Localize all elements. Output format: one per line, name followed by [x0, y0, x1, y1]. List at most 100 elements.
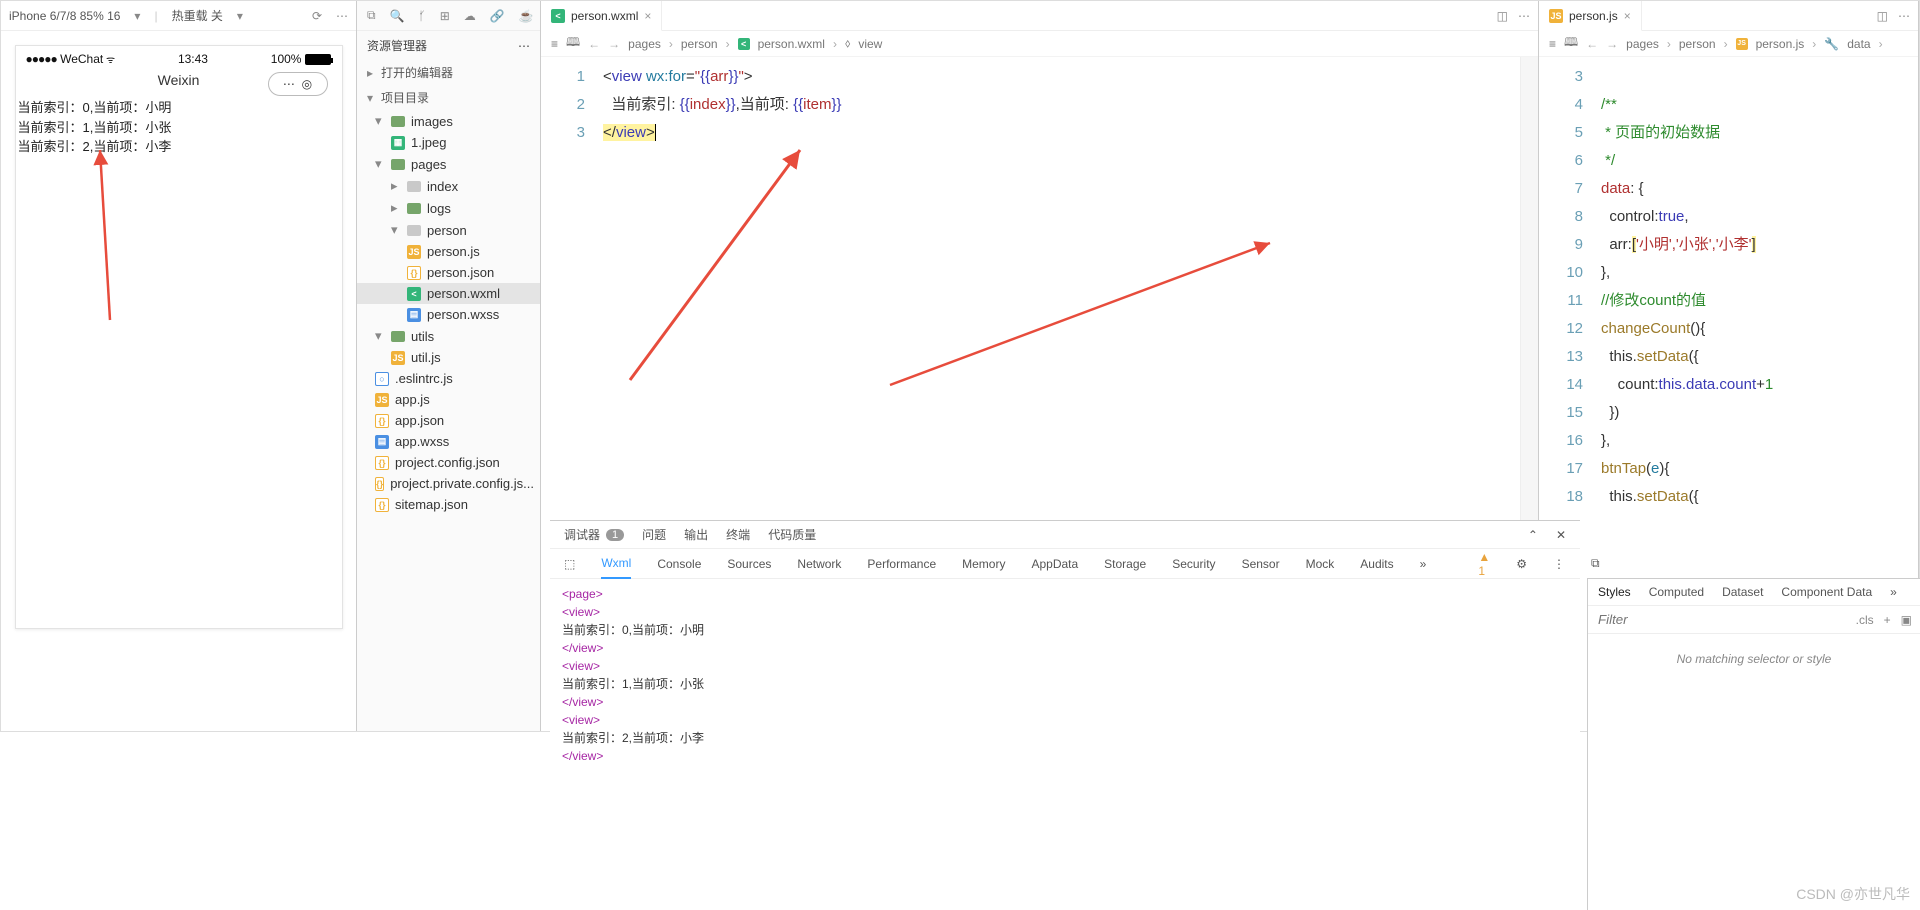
- no-selector-message: No matching selector or style: [1588, 634, 1920, 684]
- tree-item[interactable]: ▦1.jpeg: [357, 132, 540, 153]
- filter-input[interactable]: [1588, 606, 1848, 633]
- tree-item[interactable]: JSapp.js: [357, 389, 540, 410]
- explorer-title: 资源管理器: [367, 37, 427, 54]
- explorer-toolbar: ⧉ 🔍 ᚶ ⊞ ☁ 🔗 ☕: [357, 1, 540, 31]
- battery-icon: [305, 54, 331, 65]
- device-selector[interactable]: iPhone 6/7/8 85% 16: [9, 9, 120, 23]
- tool-performance[interactable]: Performance: [867, 557, 936, 571]
- carrier-label: WeChat: [60, 52, 103, 66]
- tree-item[interactable]: ○.eslintrc.js: [357, 368, 540, 389]
- back-icon[interactable]: ←: [588, 37, 600, 51]
- fwd-icon[interactable]: →: [608, 37, 620, 51]
- cls-toggle[interactable]: .cls: [1856, 613, 1874, 627]
- tree-item[interactable]: JSutil.js: [357, 347, 540, 368]
- split-icon[interactable]: ◫: [1877, 9, 1888, 23]
- tree-item[interactable]: {}app.json: [357, 410, 540, 431]
- cloud-icon[interactable]: ☁: [464, 9, 476, 23]
- phone-preview: ●●●●● WeChat ᯤ 13:43 100% Weixin ⋯ ◎ 当前索…: [15, 45, 343, 629]
- close-icon[interactable]: ✕: [1556, 528, 1566, 542]
- tree-item[interactable]: {}project.private.config.js...: [357, 473, 540, 494]
- tool-network[interactable]: Network: [797, 557, 841, 571]
- more-icon[interactable]: ⋯: [1898, 9, 1910, 23]
- tool-security[interactable]: Security: [1172, 557, 1215, 571]
- split-icon[interactable]: ◫: [1497, 9, 1508, 23]
- time-label: 13:43: [178, 52, 208, 66]
- tree-item[interactable]: {}project.config.json: [357, 452, 540, 473]
- tab-output[interactable]: 输出: [684, 526, 708, 543]
- copy-icon[interactable]: ⧉: [367, 8, 376, 23]
- more-icon[interactable]: »: [1420, 557, 1427, 571]
- tool-console[interactable]: Console: [657, 557, 701, 571]
- tab-quality[interactable]: 代码质量: [768, 526, 816, 543]
- simulator-panel: iPhone 6/7/8 85% 16▾ | 热重载 关▾ ⟳ ⋯ ●●●●● …: [1, 1, 357, 731]
- tree-item[interactable]: ▸index: [357, 175, 540, 197]
- tree-item[interactable]: ▸logs: [357, 197, 540, 219]
- open-editors-section[interactable]: ▸打开的编辑器: [357, 60, 540, 85]
- more-icon[interactable]: ⋯: [1518, 9, 1530, 23]
- git-icon[interactable]: ᚶ: [419, 9, 426, 23]
- hot-reload-toggle[interactable]: 热重载 关: [172, 7, 223, 24]
- tree-item[interactable]: {}sitemap.json: [357, 494, 540, 515]
- more-icon[interactable]: »: [1890, 585, 1897, 599]
- tool-audits[interactable]: Audits: [1360, 557, 1393, 571]
- inspect-icon[interactable]: ⬚: [564, 557, 575, 571]
- tree-item[interactable]: ▤app.wxss: [357, 431, 540, 452]
- tool-sensor[interactable]: Sensor: [1242, 557, 1280, 571]
- tab-debugger[interactable]: 调试器: [564, 526, 600, 543]
- project-dir-section[interactable]: ▾项目目录: [357, 85, 540, 110]
- add-icon[interactable]: +: [1884, 613, 1891, 627]
- wxml-tree[interactable]: <page> <view> 当前索引：0,当前项：小明 </view> <vie…: [550, 579, 1580, 910]
- tree-item[interactable]: ▾images: [357, 110, 540, 132]
- tool-sources[interactable]: Sources: [727, 557, 771, 571]
- pin-icon[interactable]: ▣: [1901, 613, 1912, 627]
- link-icon[interactable]: 🔗: [490, 9, 505, 23]
- tab-problems[interactable]: 问题: [642, 526, 666, 543]
- more-icon[interactable]: ⋯: [336, 9, 348, 23]
- cup-icon[interactable]: ☕: [519, 9, 534, 23]
- tree-item[interactable]: ▾person: [357, 219, 540, 241]
- tool-appdata[interactable]: AppData: [1031, 557, 1078, 571]
- tab-person-js[interactable]: JSperson.js×: [1539, 1, 1642, 31]
- tab-computed[interactable]: Computed: [1649, 585, 1704, 599]
- tab-component-data[interactable]: Component Data: [1781, 585, 1872, 599]
- explorer-panel: ⧉ 🔍 ᚶ ⊞ ☁ 🔗 ☕ 资源管理器 ⋯ ▸打开的编辑器 ▾项目目录 ▾imag…: [357, 1, 541, 731]
- battery-label: 100%: [271, 52, 302, 66]
- tree-item[interactable]: ▾utils: [357, 325, 540, 347]
- search-icon[interactable]: 🔍: [390, 9, 405, 23]
- expand-icon[interactable]: ⧉: [1591, 556, 1600, 571]
- menu-icon[interactable]: ⋮: [1553, 557, 1565, 571]
- styles-panel: Styles Computed Dataset Component Data »…: [1587, 578, 1920, 910]
- chevron-up-icon[interactable]: ⌃: [1528, 528, 1538, 542]
- tool-mock[interactable]: Mock: [1306, 557, 1335, 571]
- simulator-toolbar: iPhone 6/7/8 85% 16▾ | 热重载 关▾ ⟳ ⋯: [1, 1, 356, 31]
- page-content: 当前索引：0,当前项：小明 当前索引：1,当前项：小张 当前索引：2,当前项：小…: [16, 98, 342, 157]
- warning-badge[interactable]: ▲ 1: [1478, 550, 1490, 578]
- refresh-icon[interactable]: ⟳: [312, 9, 322, 23]
- ext-icon[interactable]: ⊞: [440, 9, 450, 23]
- gear-icon[interactable]: ⚙: [1516, 557, 1527, 571]
- tree-item[interactable]: ▤person.wxss: [357, 304, 540, 325]
- breadcrumb[interactable]: ≡ 🕮 ← → pages› person› <person.wxml› ⬨vi…: [541, 31, 1538, 57]
- debugger-panel: 调试器 1 问题 输出 终端 代码质量 ⌃ ✕ ⬚ Wxml Console So…: [550, 520, 1580, 910]
- close-icon[interactable]: ×: [644, 9, 651, 23]
- tree-item[interactable]: <person.wxml: [357, 283, 540, 304]
- capsule-menu[interactable]: ⋯ ◎: [268, 72, 328, 96]
- more-icon[interactable]: ⋯: [518, 39, 530, 53]
- tool-storage[interactable]: Storage: [1104, 557, 1146, 571]
- bookmark-icon[interactable]: 🕮: [566, 33, 580, 54]
- tool-wxml[interactable]: Wxml: [601, 549, 631, 579]
- tab-person-wxml[interactable]: <person.wxml×: [541, 1, 662, 31]
- breadcrumb[interactable]: ≡🕮←→ pages› person› JSperson.js› 🔧data›: [1539, 31, 1918, 57]
- list-icon[interactable]: ≡: [551, 37, 558, 51]
- tree-item[interactable]: JSperson.js: [357, 241, 540, 262]
- tool-memory[interactable]: Memory: [962, 557, 1005, 571]
- debugger-count-badge: 1: [606, 529, 624, 541]
- tree-item[interactable]: ▾pages: [357, 153, 540, 175]
- tab-terminal[interactable]: 终端: [726, 526, 750, 543]
- signal-icon: ●●●●●: [26, 52, 57, 66]
- tab-dataset[interactable]: Dataset: [1722, 585, 1763, 599]
- close-icon[interactable]: ×: [1624, 9, 1631, 23]
- tree-item[interactable]: {}person.json: [357, 262, 540, 283]
- watermark: CSDN @亦世凡华: [1796, 884, 1910, 904]
- tab-styles[interactable]: Styles: [1598, 585, 1631, 599]
